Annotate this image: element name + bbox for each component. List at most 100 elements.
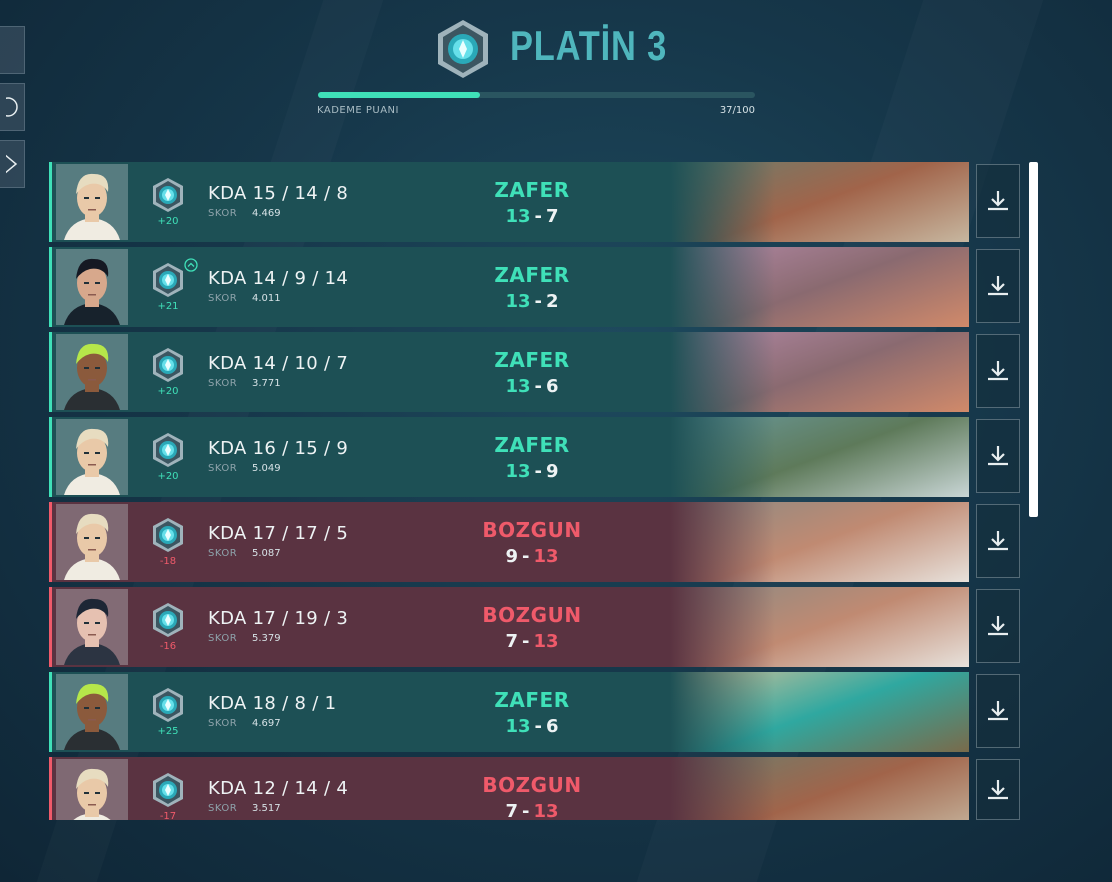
rank-icon — [153, 603, 183, 637]
match-result: ZAFER — [494, 178, 570, 202]
rank-progress-label: KADEME PUANI — [317, 105, 399, 116]
download-button[interactable] — [976, 589, 1020, 663]
download-button[interactable] — [976, 674, 1020, 748]
download-icon — [988, 779, 1008, 799]
score-value: 4.011 — [252, 293, 281, 304]
match-score: 9-13 — [432, 546, 632, 567]
match-score: 13-7 — [432, 206, 632, 227]
rank-icon — [153, 773, 183, 807]
score-label: SKOR — [208, 548, 238, 559]
score-left: 7 — [505, 801, 518, 820]
score-value: 3.771 — [252, 378, 281, 389]
score-right: 9 — [546, 461, 559, 482]
rank-rating-change: -18 — [159, 556, 177, 567]
agent-portrait — [56, 759, 128, 820]
match-score: 13-6 — [432, 376, 632, 397]
score-right: 13 — [533, 631, 559, 652]
match-result: ZAFER — [494, 348, 570, 372]
diamond-icon — [6, 154, 18, 174]
download-button[interactable] — [976, 759, 1020, 820]
side-button-top[interactable] — [0, 26, 25, 74]
match-row[interactable]: -18 KDA 17 / 17 / 5 SKOR 5.087 BOZGUN 9-… — [49, 502, 969, 582]
download-icon — [988, 191, 1008, 211]
match-result: ZAFER — [494, 263, 570, 287]
download-icon — [988, 701, 1008, 721]
download-icon — [988, 616, 1008, 636]
score-value: 5.087 — [252, 548, 281, 559]
side-button-circle[interactable] — [0, 83, 25, 131]
match-result: BOZGUN — [482, 773, 582, 797]
score-value: 4.697 — [252, 718, 281, 729]
score-right: 6 — [546, 716, 559, 737]
download-icon — [988, 361, 1008, 381]
rank-icon — [153, 178, 183, 212]
rank-rating-change: -16 — [159, 641, 177, 652]
rank-rating-change: +20 — [157, 386, 179, 397]
match-row[interactable]: +25 KDA 18 / 8 / 1 SKOR 4.697 ZAFER 13-6 — [49, 672, 969, 752]
score-label: SKOR — [208, 378, 238, 389]
match-result: ZAFER — [494, 688, 570, 712]
kda-value: KDA 15 / 14 / 8 — [208, 183, 349, 204]
match-row[interactable]: +21 KDA 14 / 9 / 14 SKOR 4.011 ZAFER 13-… — [49, 247, 969, 327]
map-thumbnail — [670, 332, 969, 412]
match-row[interactable]: +20 KDA 14 / 10 / 7 SKOR 3.771 ZAFER 13-… — [49, 332, 969, 412]
score-right: 13 — [533, 801, 559, 820]
download-button[interactable] — [976, 419, 1020, 493]
agent-portrait — [56, 164, 128, 240]
score-label: SKOR — [208, 718, 238, 729]
match-result: BOZGUN — [482, 603, 582, 627]
score-label: SKOR — [208, 633, 238, 644]
score-dash: - — [521, 801, 530, 820]
match-row[interactable]: +20 KDA 15 / 14 / 8 SKOR 4.469 ZAFER 13-… — [49, 162, 969, 242]
score-label: SKOR — [208, 803, 238, 814]
download-button[interactable] — [976, 504, 1020, 578]
score-label: SKOR — [208, 463, 238, 474]
score-left: 9 — [505, 546, 518, 567]
promotion-chevron-icon — [184, 258, 198, 272]
rank-icon — [153, 518, 183, 552]
download-button[interactable] — [976, 334, 1020, 408]
match-score: 7-13 — [432, 801, 632, 820]
score-right: 2 — [546, 291, 559, 312]
rank-title: PLATİN 3 — [510, 22, 668, 69]
rank-rating-change: +20 — [157, 471, 179, 482]
rank-icon — [153, 433, 183, 467]
match-score: 13-2 — [432, 291, 632, 312]
map-thumbnail — [670, 247, 969, 327]
download-button[interactable] — [976, 249, 1020, 323]
agent-portrait — [56, 419, 128, 495]
kda-value: KDA 16 / 15 / 9 — [208, 438, 349, 459]
agent-portrait — [56, 249, 128, 325]
score-dash: - — [521, 546, 530, 567]
score-left: 13 — [505, 291, 531, 312]
score-dash: - — [534, 206, 542, 227]
match-row[interactable]: +20 KDA 16 / 15 / 9 SKOR 5.049 ZAFER 13-… — [49, 417, 969, 497]
match-row[interactable]: -17 KDA 12 / 14 / 4 SKOR 3.517 BOZGUN 7-… — [49, 757, 969, 820]
download-button[interactable] — [976, 164, 1020, 238]
kda-value: KDA 12 / 14 / 4 — [208, 778, 349, 799]
rank-icon — [153, 348, 183, 382]
side-button-diamond[interactable] — [0, 140, 25, 188]
match-history-list: +20 KDA 15 / 14 / 8 SKOR 4.469 ZAFER 13-… — [49, 162, 969, 820]
map-thumbnail — [670, 162, 969, 242]
scrollbar[interactable] — [1029, 162, 1038, 820]
score-right: 13 — [533, 546, 559, 567]
rank-icon — [153, 688, 183, 722]
score-dash: - — [534, 461, 542, 482]
rank-rating-change: +21 — [157, 301, 179, 312]
rank-progress-bar — [318, 92, 755, 98]
scrollbar-thumb[interactable] — [1029, 162, 1038, 517]
score-left: 13 — [505, 461, 531, 482]
circle-icon — [6, 97, 18, 117]
score-right: 6 — [546, 376, 559, 397]
score-dash: - — [534, 291, 542, 312]
score-value: 3.517 — [252, 803, 281, 814]
score-right: 7 — [546, 206, 559, 227]
map-thumbnail — [670, 502, 969, 582]
rank-rating-change: -17 — [159, 811, 177, 820]
rank-rating-change: +25 — [157, 726, 179, 737]
score-label: SKOR — [208, 293, 238, 304]
score-value: 5.049 — [252, 463, 281, 474]
match-row[interactable]: -16 KDA 17 / 19 / 3 SKOR 5.379 BOZGUN 7-… — [49, 587, 969, 667]
kda-value: KDA 17 / 17 / 5 — [208, 523, 349, 544]
